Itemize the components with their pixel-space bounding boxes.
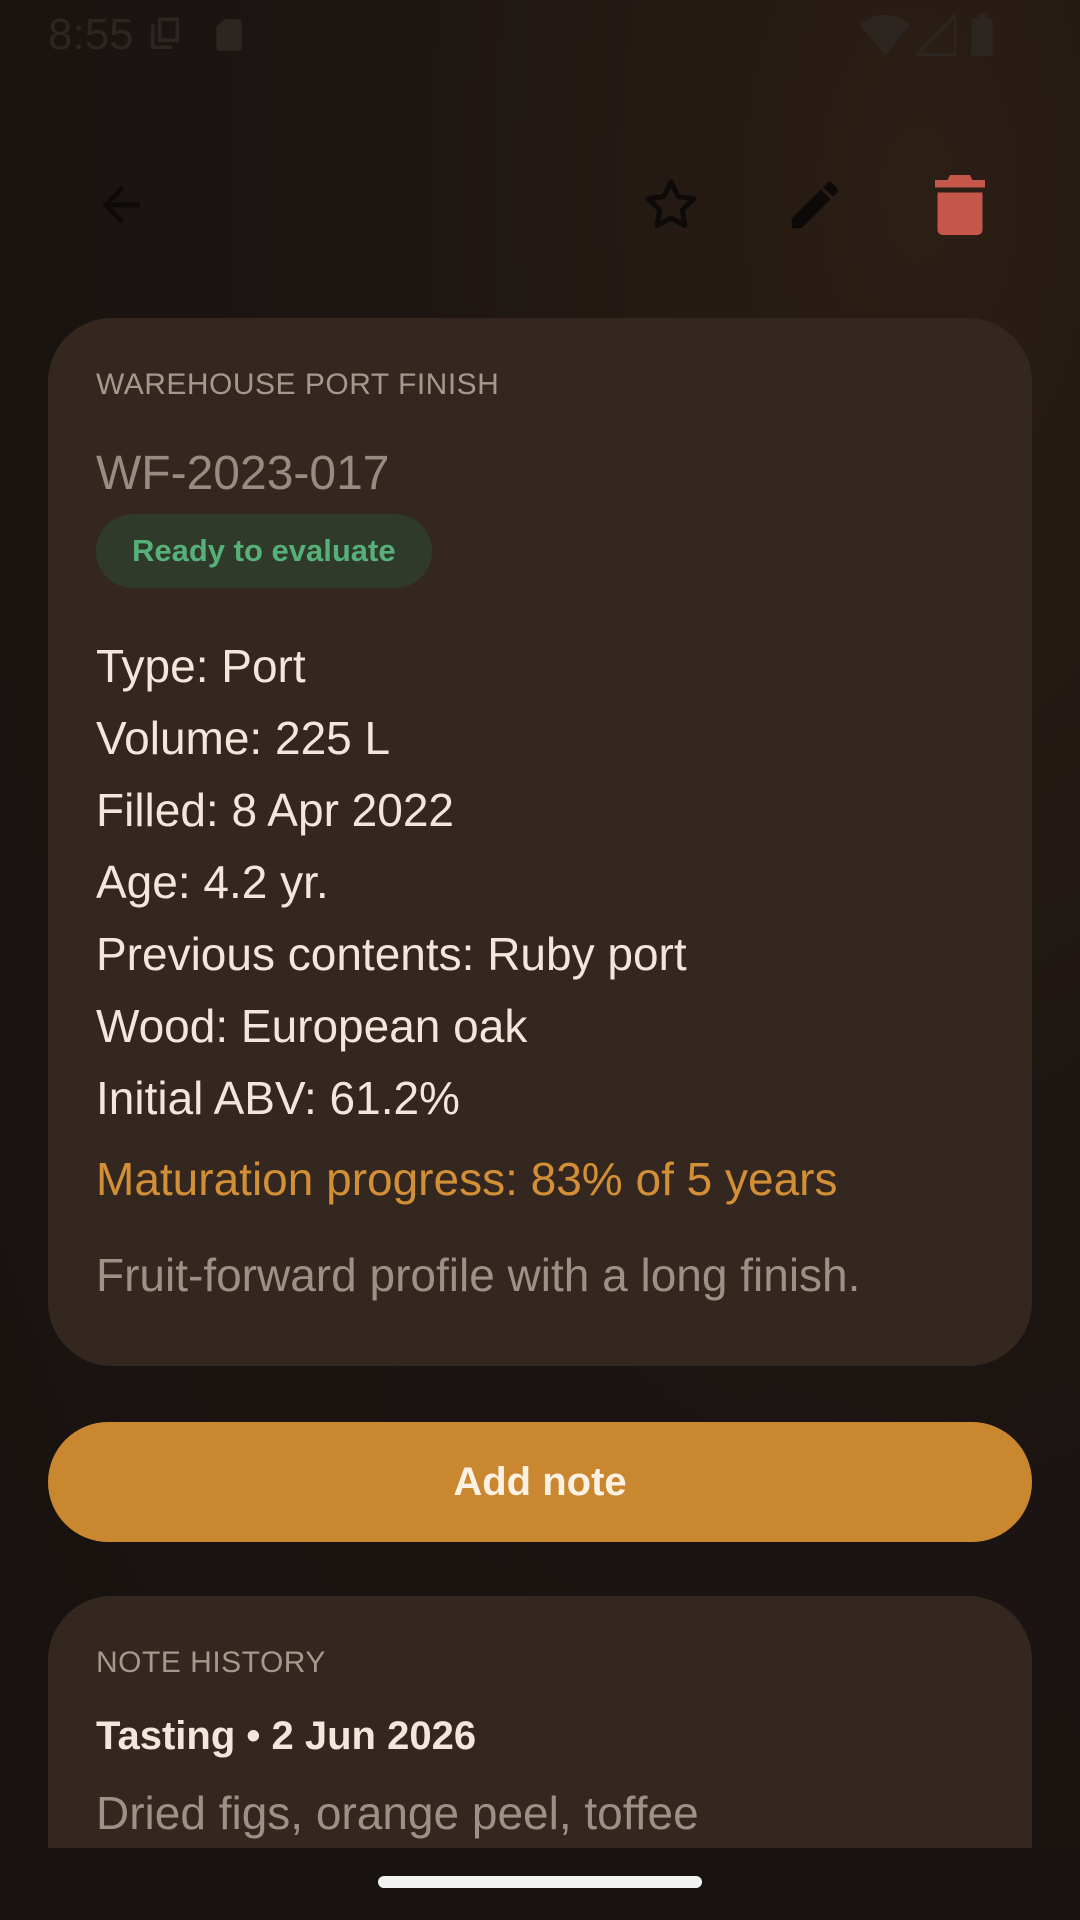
- edit-button[interactable]: [780, 170, 850, 240]
- star-outline-icon: [645, 179, 697, 228]
- detail-type: Type: Port: [96, 640, 306, 692]
- status-badge: Ready to evaluate: [96, 514, 432, 588]
- back-arrow-icon: [102, 186, 140, 224]
- wifi-icon: [858, 14, 912, 61]
- cask-details: Type: Port Volume: 225 L Filled: 8 Apr 2…: [96, 630, 687, 1134]
- home-gesture-handle[interactable]: [378, 1876, 702, 1888]
- warehouse-label: WAREHOUSE PORT FINISH: [96, 368, 500, 401]
- note-entry-title: Tasting • 2 Jun 2026: [96, 1714, 477, 1758]
- detail-previous-contents: Previous contents: Ruby port: [96, 928, 687, 980]
- status-badge-label: Ready to evaluate: [132, 533, 396, 568]
- add-note-button[interactable]: Add note: [48, 1422, 1032, 1542]
- maturation-progress: Maturation progress: 83% of 5 years: [96, 1153, 838, 1205]
- sd-card-icon: [210, 14, 248, 61]
- note-entry-text: Dried figs, orange peel, toffee: [96, 1787, 699, 1839]
- detail-initial-abv: Initial ABV: 61.2%: [96, 1072, 460, 1124]
- status-time: 8:55: [48, 10, 134, 59]
- cask-detail-card: WAREHOUSE PORT FINISH WF-2023-017 Ready …: [48, 318, 1032, 1366]
- copy-icon: [144, 14, 186, 61]
- detail-volume: Volume: 225 L: [96, 712, 391, 764]
- detail-filled: Filled: 8 Apr 2022: [96, 784, 455, 836]
- battery-icon: [968, 14, 996, 61]
- cask-notes: Fruit-forward profile with a long finish…: [96, 1249, 861, 1301]
- detail-age: Age: 4.2 yr.: [96, 856, 329, 908]
- favorite-button[interactable]: [636, 170, 706, 240]
- navigation-bar: [0, 1848, 1080, 1920]
- pencil-icon: [791, 181, 839, 229]
- note-history-header: NOTE HISTORY: [96, 1646, 326, 1679]
- cask-code: WF-2023-017: [96, 447, 390, 500]
- top-app-bar: [0, 150, 1080, 260]
- delete-button[interactable]: [925, 170, 995, 240]
- trash-icon: [935, 175, 985, 235]
- status-bar: 8:55: [0, 0, 1080, 72]
- signal-icon: [911, 10, 958, 61]
- add-note-label: Add note: [453, 1459, 627, 1504]
- detail-wood: Wood: European oak: [96, 1000, 528, 1052]
- back-button[interactable]: [86, 170, 156, 240]
